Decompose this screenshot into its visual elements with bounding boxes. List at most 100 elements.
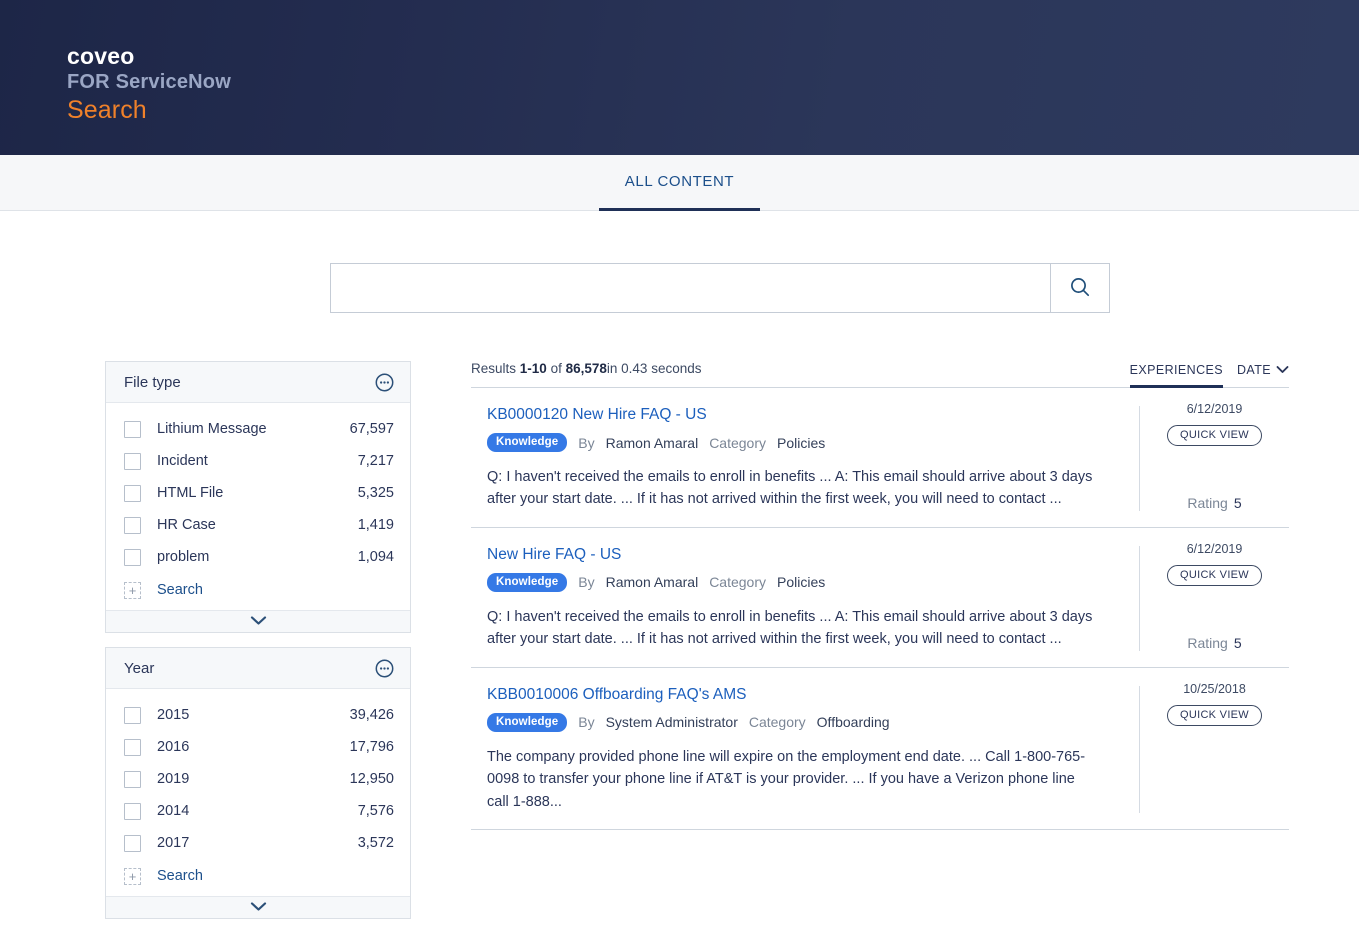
- masthead: coveo FOR ServiceNow Search: [0, 0, 1359, 155]
- result-author-value: Ramon Amaral: [605, 434, 699, 451]
- result-metadata: Knowledge By Ramon Amaral Category Polic…: [487, 433, 1119, 452]
- facet-search-label: Search: [157, 582, 203, 598]
- sort-experiences[interactable]: EXPERIENCES: [1129, 363, 1223, 388]
- facet-value-row[interactable]: HTML File 5,325: [124, 477, 394, 509]
- facet-checkbox[interactable]: [124, 802, 141, 820]
- result-excerpt: The company provided phone line will exp…: [487, 748, 1086, 810]
- more-options-icon[interactable]: [375, 659, 394, 678]
- sort-date[interactable]: DATE: [1237, 363, 1289, 388]
- facet-search-toggle[interactable]: + Search: [124, 574, 394, 606]
- sort-controls: EXPERIENCES DATE: [1129, 363, 1289, 388]
- plus-icon: +: [124, 867, 141, 885]
- brand-name: coveo: [67, 43, 135, 69]
- result-author-value: Ramon Amaral: [605, 574, 699, 591]
- facet-year-title: Year: [124, 659, 155, 677]
- search-input[interactable]: [329, 263, 1050, 313]
- result-rating-label: Rating: [1187, 494, 1228, 511]
- facet-value-row[interactable]: 2019 12,950: [124, 763, 394, 795]
- result-date: 6/12/2019: [1186, 541, 1243, 556]
- facet-checkbox[interactable]: [124, 770, 141, 788]
- result-main: New Hire FAQ - US Knowledge By Ramon Ama…: [471, 546, 1139, 651]
- result-category-value: Policies: [777, 434, 826, 451]
- result-type-badge: Knowledge: [487, 712, 568, 732]
- result-side: 6/12/2019 QUICK VIEW Rating 5: [1139, 542, 1289, 651]
- facet-checkbox[interactable]: [124, 452, 141, 470]
- result-type-badge: Knowledge: [487, 572, 568, 592]
- facet-show-more[interactable]: [106, 896, 410, 918]
- facet-checkbox[interactable]: [124, 516, 141, 534]
- result-title-link[interactable]: New Hire FAQ - US: [487, 546, 621, 564]
- result-author-key: By: [578, 434, 595, 451]
- result-title-link[interactable]: KBB0010006 Offboarding FAQ's AMS: [487, 686, 746, 704]
- result-title-link[interactable]: KB0000120 New Hire FAQ - US: [487, 406, 707, 424]
- facet-year: Year 2015 39,426 2016 17,796 2019 12,950…: [105, 647, 411, 919]
- more-options-icon[interactable]: [375, 373, 394, 392]
- facet-value-count: 5,325: [357, 485, 394, 501]
- result-category-key: Category: [709, 574, 766, 591]
- facet-checkbox[interactable]: [124, 834, 141, 852]
- facet-checkbox[interactable]: [124, 420, 141, 438]
- result-side: 10/25/2018 QUICK VIEW: [1139, 682, 1289, 814]
- facet-value-row[interactable]: Lithium Message 67,597: [124, 413, 394, 445]
- result-rating-value: 5: [1233, 494, 1242, 511]
- facet-value-row[interactable]: problem 1,094: [124, 541, 394, 573]
- result-category-value: Offboarding: [816, 714, 890, 731]
- quick-view-button[interactable]: QUICK VIEW: [1166, 704, 1262, 726]
- result-date: 10/25/2018: [1183, 681, 1246, 696]
- result-item: New Hire FAQ - US Knowledge By Ramon Ama…: [471, 528, 1289, 668]
- facet-file-type-header: File type: [106, 362, 410, 403]
- results-of: of: [550, 361, 562, 376]
- facet-value-label: 2014: [157, 803, 190, 819]
- facet-value-count: 3,572: [357, 835, 394, 851]
- facet-checkbox[interactable]: [124, 738, 141, 756]
- quick-view-button[interactable]: QUICK VIEW: [1166, 564, 1262, 586]
- results-total: 86,578: [565, 361, 607, 376]
- tab-bar: ALL CONTENT: [0, 155, 1359, 211]
- facet-value-count: 39,426: [349, 707, 394, 723]
- facet-search-toggle[interactable]: + Search: [124, 860, 394, 892]
- facet-value-row[interactable]: 2016 17,796: [124, 731, 394, 763]
- result-side: 6/12/2019 QUICK VIEW Rating 5: [1139, 402, 1289, 511]
- results-range: 1-10: [519, 361, 547, 376]
- sort-date-label: DATE: [1236, 363, 1271, 377]
- results-prefix: Results: [471, 361, 517, 376]
- result-main: KB0000120 New Hire FAQ - US Knowledge By…: [471, 406, 1139, 511]
- facet-value-row[interactable]: 2015 39,426: [124, 699, 394, 731]
- result-author-key: By: [578, 714, 595, 731]
- facet-value-row[interactable]: Incident 7,217: [124, 445, 394, 477]
- facet-value-row[interactable]: 2017 3,572: [124, 827, 394, 859]
- facet-value-count: 1,094: [357, 549, 394, 565]
- facet-checkbox[interactable]: [124, 548, 141, 566]
- facet-value-count: 7,576: [357, 803, 394, 819]
- search-button[interactable]: [1049, 263, 1110, 313]
- facet-checkbox[interactable]: [124, 484, 141, 502]
- page-body: File type Lithium Message 67,597 Inciden…: [0, 323, 1359, 927]
- quick-view-button[interactable]: QUICK VIEW: [1166, 425, 1262, 446]
- facet-value-label: Lithium Message: [157, 421, 267, 437]
- result-excerpt: Q: I haven't received the emails to enro…: [487, 608, 1093, 648]
- facet-value-row[interactable]: 2014 7,576: [124, 795, 394, 827]
- result-main: KBB0010006 Offboarding FAQ's AMS Knowled…: [471, 686, 1139, 813]
- facet-value-label: 2015: [157, 707, 190, 723]
- search-icon: [1069, 276, 1091, 301]
- result-rating: [1212, 797, 1218, 813]
- facet-show-more[interactable]: [106, 610, 410, 632]
- result-author-value: System Administrator: [605, 714, 738, 731]
- result-type-badge: Knowledge: [487, 433, 568, 452]
- facet-search-label: Search: [157, 868, 203, 884]
- facet-value-label: problem: [157, 549, 210, 565]
- tab-all-content[interactable]: ALL CONTENT: [598, 155, 761, 211]
- result-category-key: Category: [748, 714, 806, 731]
- facet-value-label: HR Case: [157, 517, 216, 533]
- result-metadata: Knowledge By Ramon Amaral Category Polic…: [487, 572, 1119, 592]
- facet-value-row[interactable]: HR Case 1,419: [124, 509, 394, 541]
- result-item: KBB0010006 Offboarding FAQ's AMS Knowled…: [471, 668, 1289, 831]
- facet-value-label: 2017: [157, 835, 190, 851]
- results-suffix: in 0.43 seconds: [606, 361, 702, 376]
- facet-value-count: 7,217: [357, 453, 394, 469]
- result-date: 6/12/2019: [1186, 402, 1243, 416]
- facet-checkbox[interactable]: [124, 706, 141, 724]
- brand-logo: coveo FOR ServiceNow Search: [67, 43, 231, 128]
- brand-subtitle: FOR ServiceNow: [67, 70, 231, 93]
- facet-value-label: Incident: [157, 453, 208, 469]
